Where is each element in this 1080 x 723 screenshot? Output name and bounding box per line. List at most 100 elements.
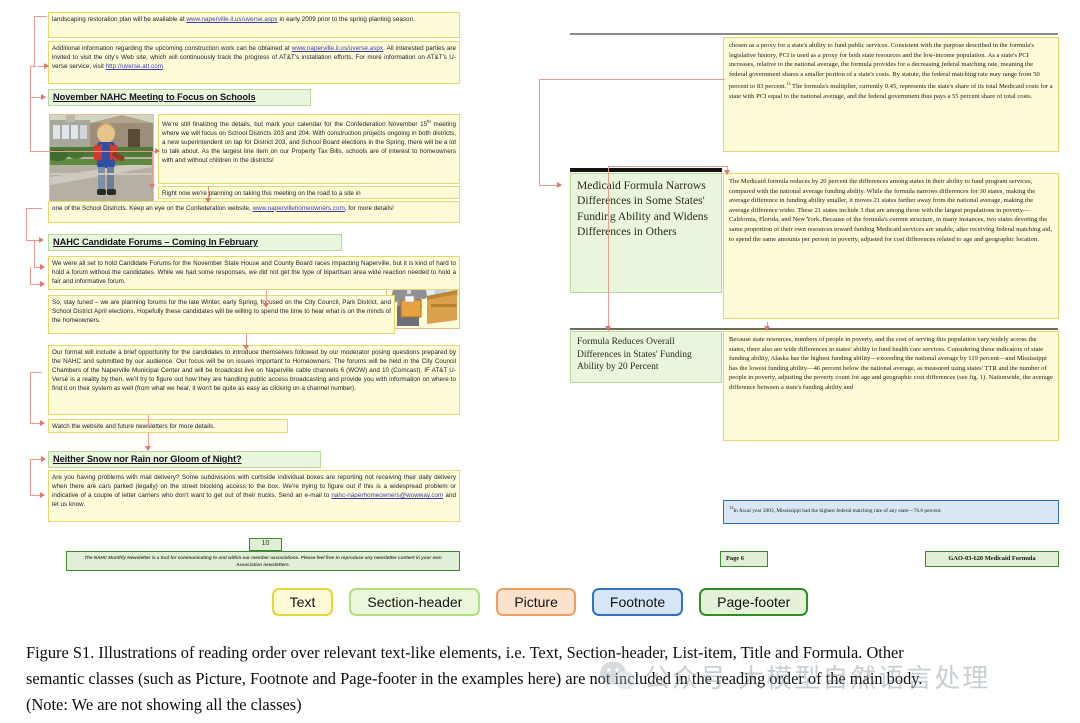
text-block: We were all set to hold Candidate Forums… [48, 256, 460, 290]
paragraph-text: The Medicaid formula reduces by 20 perce… [729, 178, 1052, 243]
reading-order-arrowhead [41, 456, 46, 462]
figure-caption: Figure S1. Illustrations of reading orde… [26, 640, 1062, 718]
paragraph-text: one of the School Districts. Keep an eye… [49, 202, 459, 214]
reading-order-arrow [26, 208, 27, 240]
reading-order-arrowhead [724, 170, 730, 175]
paragraph-text: Are you having problems with mail delive… [49, 471, 459, 510]
reading-order-arrow [30, 151, 48, 152]
footnote-run: In fiscal year 2003, Mississippi had the… [733, 507, 942, 514]
reading-order-arrowhead [40, 420, 45, 426]
caption-line-1: Figure S1. Illustrations of reading orde… [26, 643, 904, 662]
paragraph-text: We were all set to hold Candidate Forums… [52, 260, 456, 286]
reading-order-arrowhead [263, 303, 269, 308]
section-header-block: NAHC Candidate Forums – Coming In Februa… [48, 234, 342, 251]
text-block: Watch the website and future newsletters… [48, 419, 288, 433]
reading-order-arrow [47, 151, 159, 152]
reading-order-arrow [608, 166, 609, 331]
text-block: Because state resources, numbers of peop… [723, 331, 1059, 441]
reading-order-arrow [152, 151, 153, 187]
text-block: Right now we're planning on taking this … [158, 186, 460, 199]
reading-order-arrow [148, 415, 149, 427]
reading-order-arrowhead [605, 326, 611, 331]
reading-order-arrowhead [557, 182, 562, 188]
reading-order-arrow [30, 66, 36, 67]
legend: Text Section-header Picture Footnote Pag… [0, 584, 1080, 620]
paragraph-text: So, stay tuned – we are planning forums … [52, 299, 391, 325]
text-block: Are you having problems with mail delive… [48, 470, 460, 522]
paragraph-text: Right now we're planning on taking this … [162, 189, 361, 197]
right-document-page: chosen as a proxy for a state's ability … [520, 0, 1080, 590]
section-header-text: Medicaid Formula Narrows Differences in … [577, 179, 709, 239]
link[interactable]: www.naperville.il.us/uverse.aspx [292, 45, 383, 52]
text-block: Our format will include a brief opportun… [48, 345, 460, 415]
section-header-block: Neither Snow nor Rain nor Gloom of Night… [48, 451, 321, 468]
legend-item-footnote: Footnote [591, 588, 684, 616]
text-block: So, stay tuned – we are planning forums … [48, 295, 395, 334]
paragraph-text: Additional information regarding the upc… [49, 42, 459, 72]
paragraph-text: landscaping restoration plan will be ava… [52, 16, 415, 23]
paragraph-text: chosen as a proxy for a state's ability … [724, 38, 1058, 105]
reading-order-arrow [34, 16, 35, 66]
reading-order-arrow [34, 16, 47, 17]
paragraph-run: one of the School Districts. Keep an eye… [52, 204, 253, 212]
section-header-text: NAHC Candidate Forums – Coming In Februa… [53, 237, 259, 247]
legend-item-text: Text [271, 588, 334, 616]
legend-item-picture: Picture [496, 588, 576, 616]
section-header-text: November NAHC Meeting to Focus on School… [53, 92, 256, 102]
legend-item-section-header: Section-header [349, 588, 481, 616]
caption-line-3: (Note: We are not showing all the classe… [26, 695, 302, 714]
page-footer-text: The NAHC Monthly Newsletter is a tool fo… [84, 555, 442, 567]
reading-order-arrowhead [40, 264, 45, 270]
page-footer-block: The NAHC Monthly Newsletter is a tool fo… [66, 551, 460, 571]
reading-order-arrowhead [40, 492, 45, 498]
horizontal-rule [570, 33, 1058, 35]
reading-order-arrowhead [155, 148, 160, 154]
horizontal-rule [570, 328, 1058, 330]
section-header-text: Formula Reduces Overall Differences in S… [577, 337, 692, 373]
page-footer-block: GAO-03-620 Medicaid Formula [925, 551, 1059, 567]
picture-block [49, 114, 154, 207]
reading-order-arrow [34, 240, 35, 267]
paragraph-text: We're still finalizing the details, but … [159, 115, 459, 167]
paragraph-run: Additional information regarding the upc… [52, 45, 292, 52]
text-block: The Medicaid formula reduces by 20 perce… [723, 173, 1059, 319]
text-block: Additional information regarding the upc… [48, 41, 460, 84]
reading-order-arrowhead [145, 446, 151, 451]
link[interactable]: nahc-naperhomeowners@wowway.com [331, 492, 443, 499]
reading-order-arrow [30, 372, 31, 423]
reading-order-arrowhead [44, 63, 49, 69]
reading-order-arrow [30, 372, 42, 373]
link[interactable]: http://uverse.att.com [106, 63, 163, 70]
reading-order-arrow [539, 79, 540, 185]
section-header-block: Formula Reduces Overall Differences in S… [570, 331, 722, 383]
footnote-text: 13In fiscal year 2003, Mississippi had t… [724, 501, 1058, 518]
paragraph-run: We're still finalizing the details, but … [162, 121, 428, 129]
section-header-block: November NAHC Meeting to Focus on School… [48, 89, 311, 106]
text-block: We're still finalizing the details, but … [158, 114, 460, 184]
child-with-backpack-walking-to-school-image [50, 115, 153, 206]
link[interactable]: www.napervillehomeowners.com [253, 205, 345, 212]
reading-order-arrow [26, 208, 42, 209]
text-block: chosen as a proxy for a state's ability … [723, 37, 1059, 152]
paragraph-text: Watch the website and future newsletters… [52, 422, 215, 430]
reading-order-arrow [30, 97, 31, 151]
reading-order-arrowhead [41, 94, 46, 100]
reading-order-arrow [608, 166, 728, 167]
link[interactable]: www.naperville.il.us/uverse.aspx [186, 16, 277, 23]
reading-order-arrow [539, 185, 559, 186]
text-block: one of the School Districts. Keep an eye… [48, 201, 460, 223]
reading-order-arrowhead [149, 184, 155, 189]
caption-line-2: semantic classes (such as Picture, Footn… [26, 669, 923, 688]
footnote-block: 13In fiscal year 2003, Mississippi had t… [723, 500, 1059, 524]
paragraph-run: , for more details! [344, 204, 394, 212]
legend-item-page-footer: Page-footer [699, 588, 809, 616]
page-footer-block: 10 [249, 538, 282, 551]
page-footer-right-text: GAO-03-620 Medicaid Formula [948, 555, 1036, 562]
page-footer-left-text: Page 6 [726, 555, 744, 562]
reading-order-arrow [30, 267, 31, 284]
reading-order-arrowhead [40, 281, 45, 287]
section-header-text: Neither Snow nor Rain nor Gloom of Night… [53, 454, 242, 464]
reading-order-arrow [26, 240, 40, 241]
reading-order-arrow [539, 79, 725, 80]
reading-order-arrowhead [205, 198, 211, 203]
